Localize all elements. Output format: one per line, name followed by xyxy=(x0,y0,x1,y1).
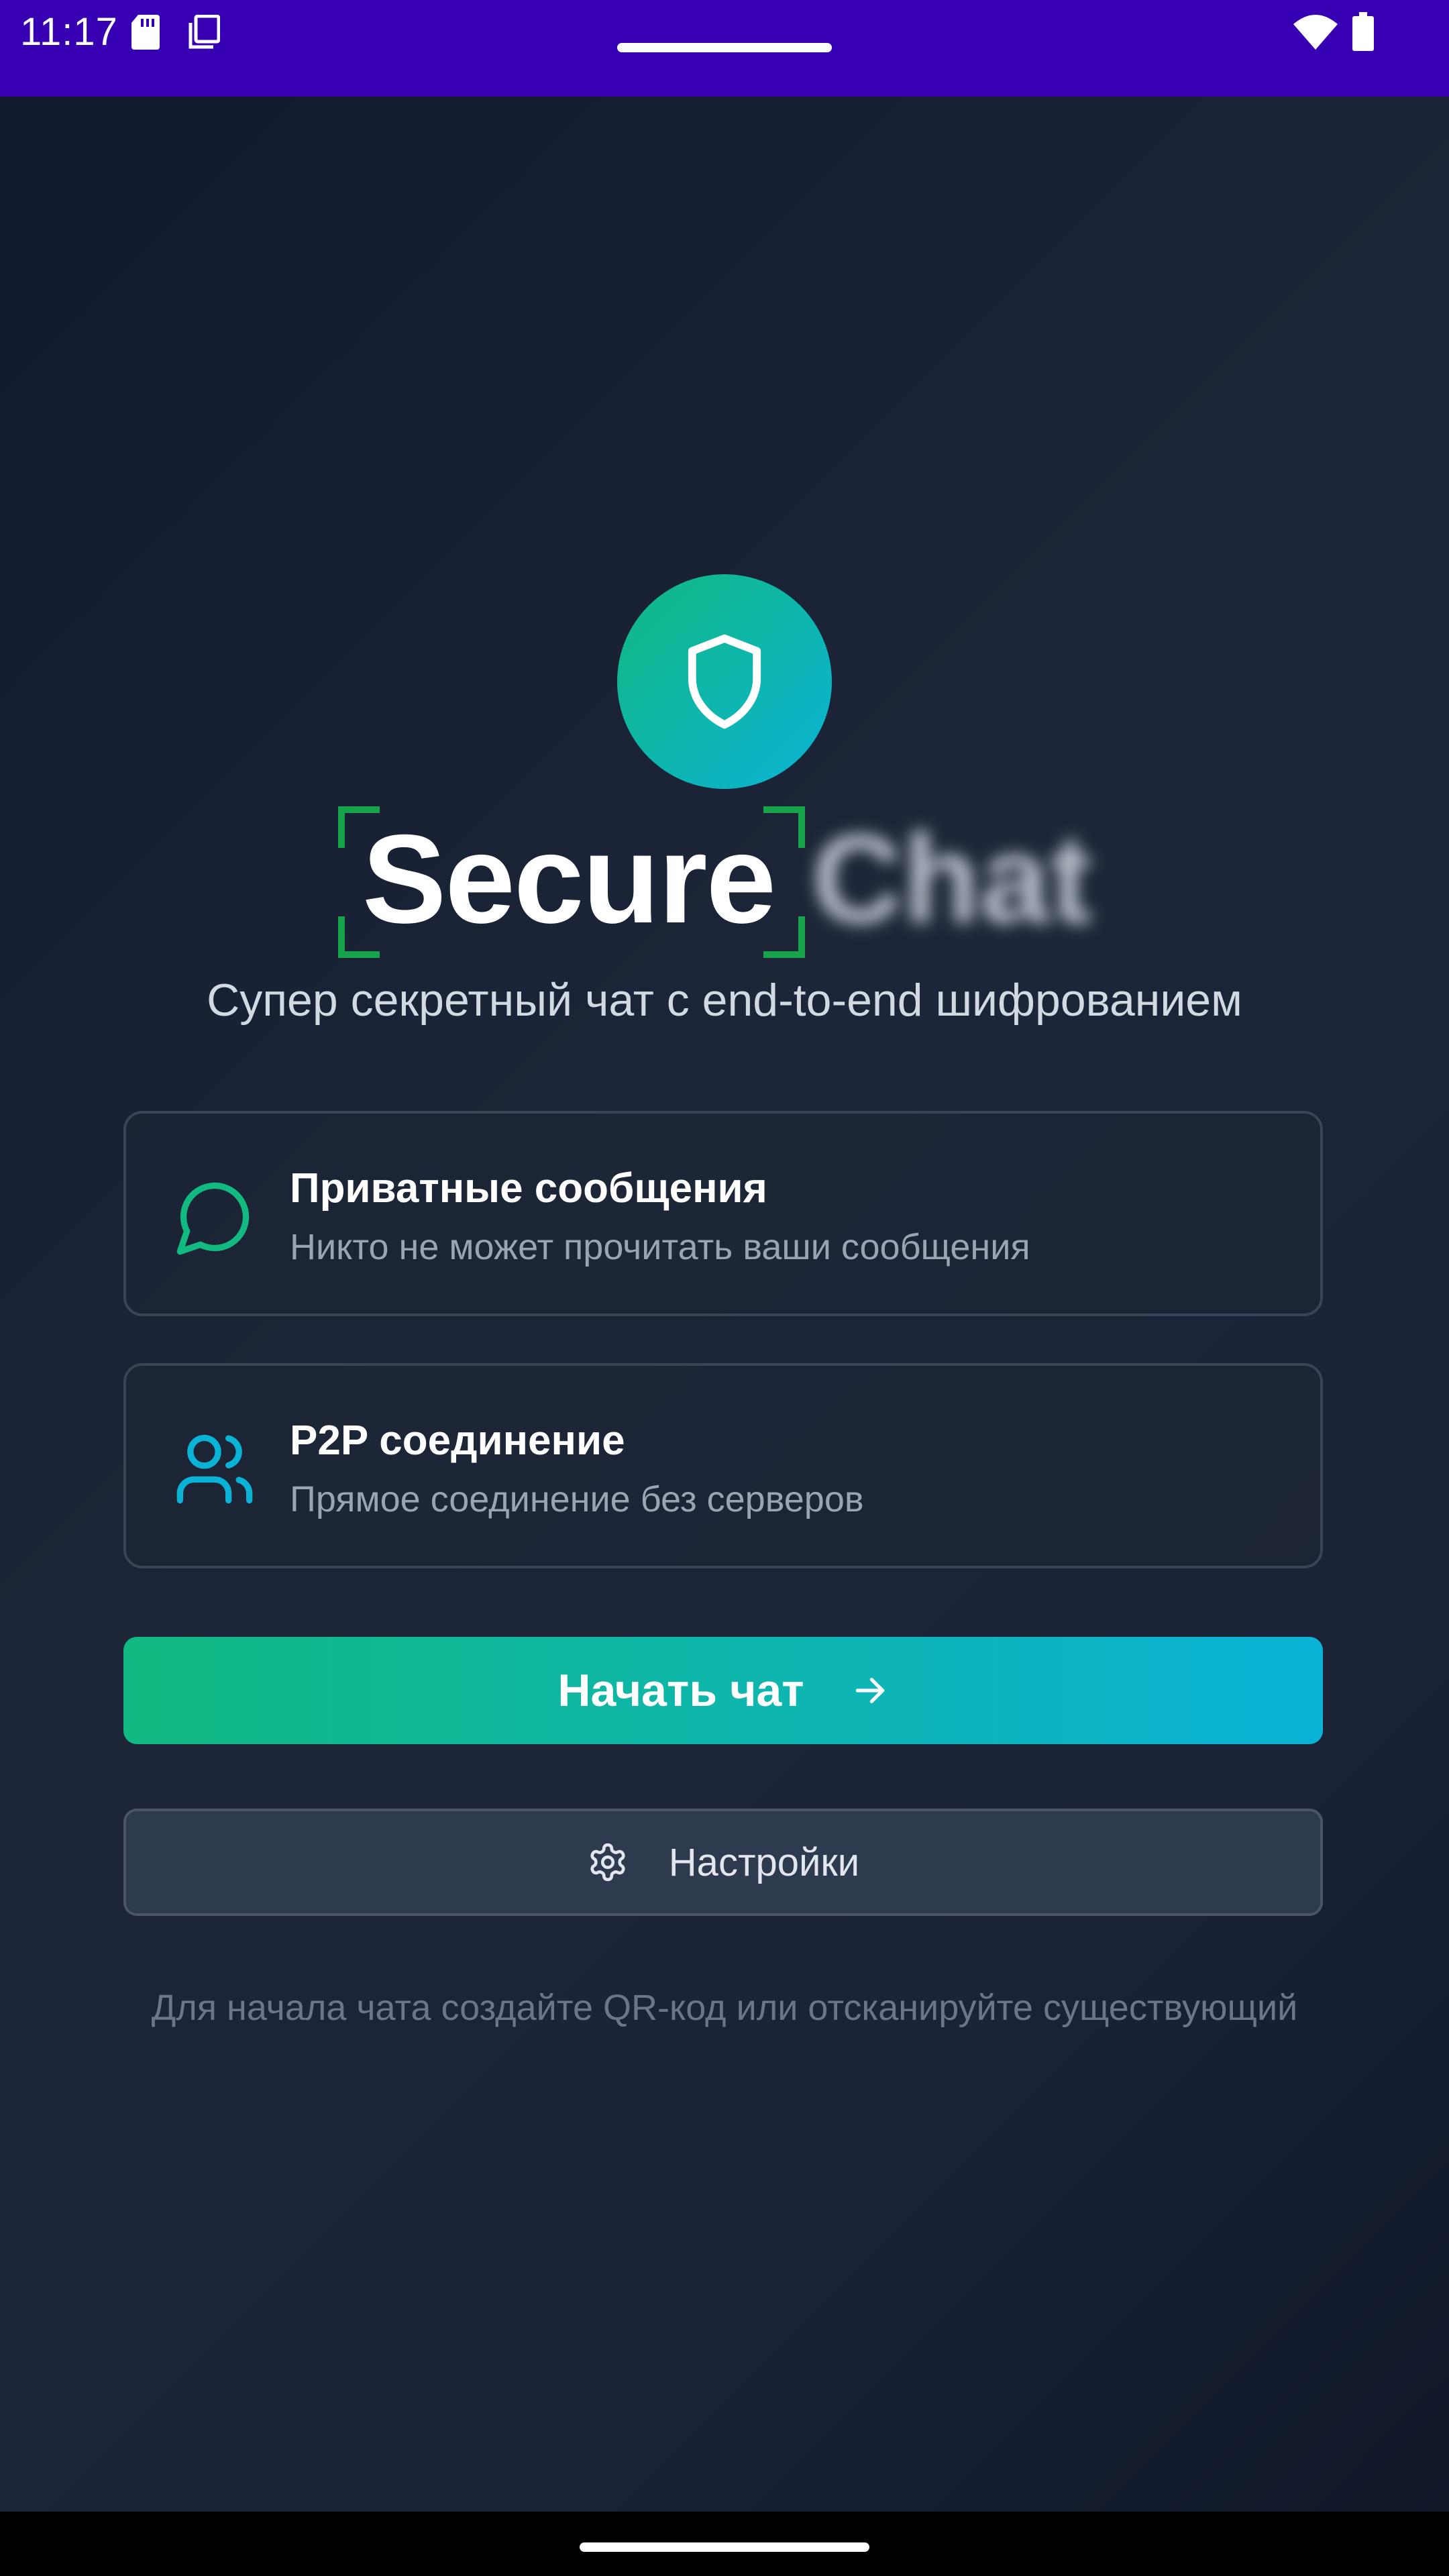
app-logo xyxy=(617,574,832,789)
settings-button[interactable]: Настройки xyxy=(123,1809,1323,1916)
status-bar-handle xyxy=(617,43,832,52)
home-gesture-handle[interactable] xyxy=(580,2542,869,2552)
feature-title: P2P соединение xyxy=(290,1417,625,1464)
copy-icon xyxy=(189,15,220,49)
feature-card-private-messages: Приватные сообщения Никто не может прочи… xyxy=(123,1111,1323,1316)
start-chat-button[interactable]: Начать чат xyxy=(123,1637,1323,1744)
navigation-bar xyxy=(0,2512,1449,2576)
arrow-right-icon xyxy=(855,1678,884,1703)
title-secure-word: Secure xyxy=(362,808,776,949)
hint-text: Для начала чата создайте QR-код или отск… xyxy=(151,1988,1298,2028)
wifi-icon xyxy=(1293,15,1338,50)
status-time: 11:17 xyxy=(20,10,118,54)
battery-icon xyxy=(1352,12,1374,51)
feature-title: Приватные сообщения xyxy=(290,1165,767,1212)
app-title: Secure Chat xyxy=(0,798,1449,959)
shield-icon xyxy=(688,634,761,729)
feature-description: Никто не может прочитать ваши сообщения xyxy=(290,1227,1030,1267)
status-bar: 11:17 xyxy=(0,0,1449,97)
app-screen: 11:17 Secure Chat Супер секретный чат с … xyxy=(0,0,1449,2576)
feature-card-p2p: P2P соединение Прямое соединение без сер… xyxy=(123,1363,1323,1568)
start-chat-label: Начать чат xyxy=(557,1665,804,1716)
sd-card-icon xyxy=(131,15,160,50)
gear-icon xyxy=(590,1843,625,1882)
message-circle-icon xyxy=(176,1182,250,1255)
title-chat-word: Chat xyxy=(812,808,1092,949)
users-icon xyxy=(176,1434,253,1504)
feature-description: Прямое соединение без серверов xyxy=(290,1479,864,1519)
app-subtitle: Супер секретный чат с end-to-end шифрова… xyxy=(207,975,1242,1026)
settings-label: Настройки xyxy=(668,1840,860,1884)
